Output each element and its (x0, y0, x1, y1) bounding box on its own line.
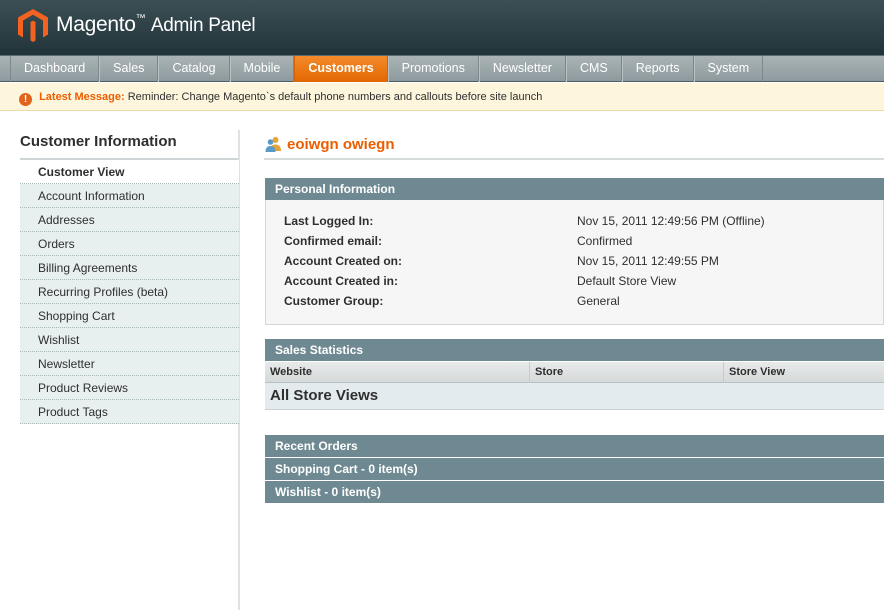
column-header-store-view[interactable]: Store View (724, 362, 884, 383)
column-header-store[interactable]: Store (530, 362, 724, 383)
info-value: Confirmed (577, 234, 633, 248)
tab-addresses[interactable]: Addresses (20, 208, 239, 232)
sales-total-row: All Store Views (265, 383, 884, 410)
alert-icon: ! (19, 93, 32, 106)
magento-logo-icon[interactable] (18, 9, 48, 43)
nav-item-customers[interactable]: Customers (294, 56, 388, 82)
nav-item-dashboard[interactable]: Dashboard (10, 56, 100, 82)
tab-newsletter[interactable]: Newsletter (20, 352, 239, 376)
info-row: Account Created on: Nov 15, 2011 12:49:5… (284, 251, 884, 271)
personal-information-body: Last Logged In: Nov 15, 2011 12:49:56 PM… (265, 200, 884, 325)
nav-item-system[interactable]: System (693, 56, 764, 82)
personal-information-header: Personal Information (265, 178, 884, 200)
sidebar-title: Customer Information (20, 133, 177, 150)
info-row: Last Logged In: Nov 15, 2011 12:49:56 PM… (284, 211, 884, 231)
info-value: Default Store View (577, 274, 677, 288)
column-header-website[interactable]: Website (265, 362, 530, 383)
info-label: Last Logged In: (284, 214, 374, 228)
info-row: Account Created in: Default Store View (284, 271, 884, 291)
info-value: Nov 15, 2011 12:49:56 PM (Offline) (577, 214, 765, 228)
sales-grid-header: Website Store Store View (265, 362, 884, 383)
accordion-wishlist[interactable]: Wishlist - 0 item(s) (265, 480, 884, 503)
nav-item-promotions[interactable]: Promotions (387, 56, 479, 82)
nav-item-reports[interactable]: Reports (621, 56, 694, 82)
info-value: Nov 15, 2011 12:49:55 PM (577, 254, 719, 268)
tab-product-tags[interactable]: Product Tags (20, 400, 239, 424)
nav-item-mobile[interactable]: Mobile (229, 56, 295, 82)
brand-trademark: ™ (135, 13, 146, 24)
brand-title: Magento™ Admin Panel (56, 13, 256, 37)
customer-name: eoiwgn owiegn (287, 136, 395, 153)
nav-item-newsletter[interactable]: Newsletter (478, 56, 566, 82)
tab-product-reviews[interactable]: Product Reviews (20, 376, 239, 400)
tab-billing-agreements[interactable]: Billing Agreements (20, 256, 239, 280)
info-label: Account Created in: (284, 274, 399, 288)
latest-message-title[interactable]: Latest Message: (39, 91, 125, 103)
accordion-shopping-cart[interactable]: Shopping Cart - 0 item(s) (265, 457, 884, 480)
latest-message-bar: ! Latest Message: Reminder: Change Magen… (0, 83, 884, 111)
sales-statistics-header: Sales Statistics (265, 339, 884, 361)
tab-orders[interactable]: Orders (20, 232, 239, 256)
customer-tabs: Customer View Account Information Addres… (20, 160, 239, 424)
page-header: Magento™ Admin Panel (0, 0, 884, 55)
latest-message-text: Reminder: Change Magento`s default phone… (127, 91, 543, 103)
info-value: General (577, 294, 620, 308)
main-nav: Dashboard Sales Catalog Mobile Customers… (0, 55, 884, 82)
tab-customer-view[interactable]: Customer View (20, 160, 239, 184)
tab-wishlist[interactable]: Wishlist (20, 328, 239, 352)
nav-item-catalog[interactable]: Catalog (158, 56, 230, 82)
brand-subtitle: Admin Panel (150, 15, 256, 36)
info-row: Confirmed email: Confirmed (284, 231, 884, 251)
customer-icon (265, 137, 281, 152)
tab-shopping-cart[interactable]: Shopping Cart (20, 304, 239, 328)
accordion-recent-orders[interactable]: Recent Orders (265, 435, 884, 457)
customer-header: eoiwgn owiegn (264, 134, 884, 160)
tab-recurring-profiles[interactable]: Recurring Profiles (beta) (20, 280, 239, 304)
nav-item-sales[interactable]: Sales (99, 56, 159, 82)
info-label: Account Created on: (284, 254, 403, 268)
nav-item-cms[interactable]: CMS (565, 56, 622, 82)
brand-name: Magento (56, 13, 136, 36)
info-label: Confirmed email: (284, 234, 383, 248)
info-row: Customer Group: General (284, 291, 884, 311)
tab-account-information[interactable]: Account Information (20, 184, 239, 208)
info-label: Customer Group: (284, 294, 384, 308)
